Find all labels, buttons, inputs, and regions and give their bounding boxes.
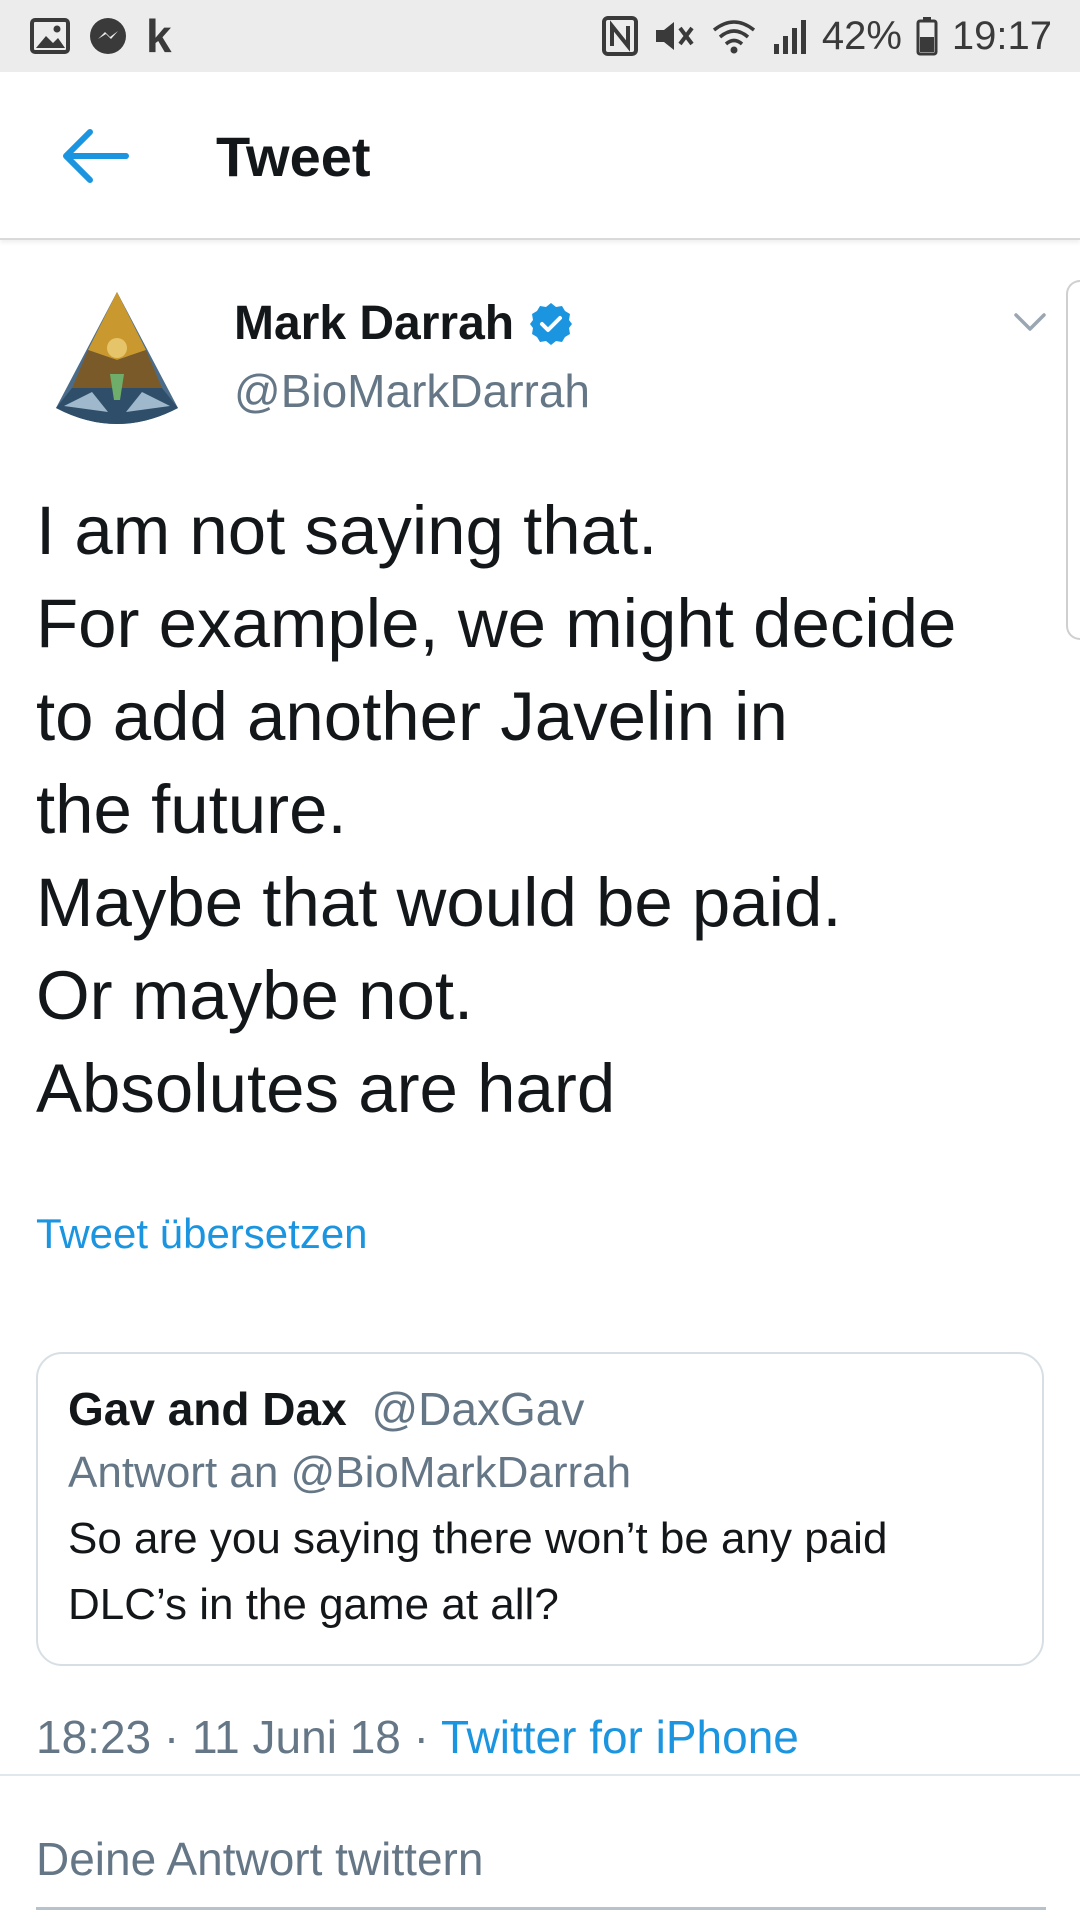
quoted-reply-to: Antwort an @BioMarkDarrah <box>68 1448 632 1497</box>
k-app-icon: k <box>146 10 172 62</box>
reply-input[interactable] <box>36 1790 1046 1910</box>
messenger-icon <box>90 18 126 54</box>
back-button[interactable] <box>56 116 136 196</box>
wifi-icon <box>712 20 755 54</box>
quoted-author-handle: @DaxGav <box>371 1383 585 1435</box>
author-name[interactable]: Mark Darrah <box>234 296 514 351</box>
gallery-icon <box>30 18 70 54</box>
tweet-line: Absolutes are hard <box>36 1050 616 1127</box>
status-bar-right: 42% 19:17 <box>588 14 1052 59</box>
tweet-source-link[interactable]: Twitter for iPhone <box>441 1711 799 1763</box>
arrow-left-icon <box>63 129 129 183</box>
tweet-line: to add another Javelin in <box>36 678 788 755</box>
status-bar: k 42% 19:17 <box>0 0 1080 72</box>
tweet-options-button[interactable] <box>1010 302 1050 342</box>
scroll-edge-indicator <box>1066 280 1080 640</box>
battery-icon <box>916 17 938 56</box>
translate-tweet-link[interactable]: Tweet übersetzen <box>36 1210 368 1258</box>
tweet-detail-screen: k 42% 19:17 Tweet Mark Darrah @BioMarkDa… <box>0 0 1080 1920</box>
tweet-line: Maybe that would be paid. <box>36 864 842 941</box>
page-title: Tweet <box>216 125 371 188</box>
author-name-row[interactable]: Mark Darrah <box>234 296 574 351</box>
author-handle[interactable]: @BioMarkDarrah <box>234 364 590 418</box>
chevron-down-icon <box>1014 313 1046 331</box>
tweet-timestamp-row: 18:23 · 11 Juni 18 · Twitter for iPhone <box>36 1710 799 1764</box>
tweet-date: 11 Juni 18 <box>192 1711 401 1763</box>
signal-icon <box>773 20 806 54</box>
meta-separator: · <box>163 1711 180 1763</box>
status-bar-left: k <box>30 9 190 63</box>
tweet-time: 18:23 <box>36 1711 152 1763</box>
meta-separator: · <box>413 1711 429 1763</box>
mute-icon <box>655 22 694 50</box>
nfc-icon <box>601 16 638 56</box>
tweet-line: I am not saying that. <box>36 492 658 569</box>
tweet-line: the future. <box>36 771 347 848</box>
quoted-tweet-card[interactable]: Gav and Dax @DaxGav Antwort an @BioMarkD… <box>36 1352 1044 1666</box>
status-time: 19:17 <box>951 13 1052 58</box>
quoted-tweet-text: So are you saying there won’t be any pai… <box>68 1514 888 1629</box>
quoted-tweet-header: Gav and Dax @DaxGav <box>68 1378 1012 1440</box>
quoted-author-name: Gav and Dax <box>68 1383 347 1435</box>
top-app-bar: Tweet <box>0 72 1080 240</box>
avatar[interactable] <box>50 288 184 438</box>
battery-percent: 42% <box>821 13 902 58</box>
tweet-text: I am not saying that. For example, we mi… <box>36 484 1046 1135</box>
tweet-line: For example, we might decide <box>36 585 957 662</box>
verified-badge-icon <box>530 302 573 345</box>
tweet-line: Or maybe not. <box>36 957 474 1034</box>
divider <box>0 1774 1080 1776</box>
